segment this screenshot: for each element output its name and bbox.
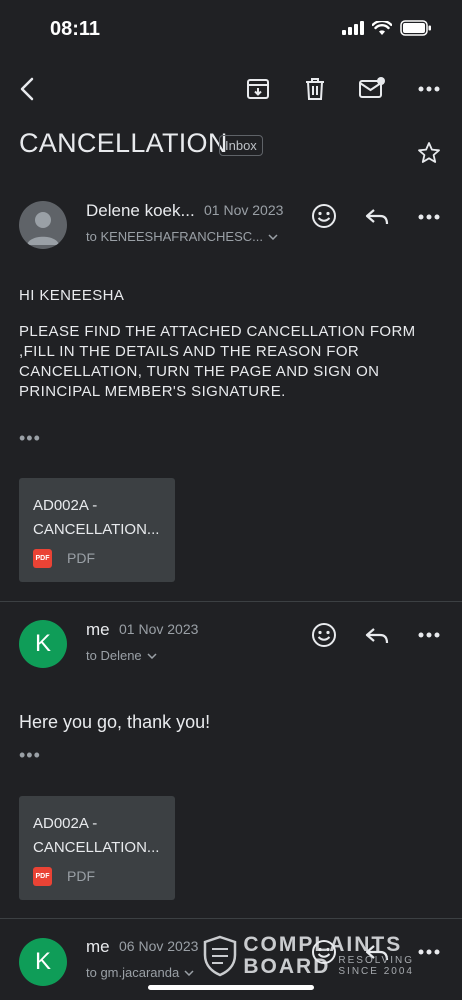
chevron-down-icon — [147, 652, 157, 659]
more-horizontal-icon — [418, 632, 440, 638]
reply-icon — [365, 628, 389, 644]
chevron-down-icon — [268, 233, 278, 240]
reply-button[interactable] — [363, 205, 391, 229]
attachment-name: AD002A - CANCELLATION... — [33, 812, 167, 860]
chevron-down-icon — [184, 969, 194, 976]
message-date: 01 Nov 2023 — [204, 202, 284, 218]
show-trimmed-content[interactable]: ••• — [19, 745, 41, 766]
more-options-button[interactable] — [415, 78, 443, 100]
message-body: PLEASE FIND THE ATTACHED CANCELLATION FO… — [19, 323, 416, 400]
star-icon — [418, 142, 440, 163]
signal-icon — [342, 21, 364, 35]
sender-avatar[interactable] — [19, 201, 67, 249]
message-more-button[interactable] — [415, 945, 443, 959]
back-button[interactable] — [14, 74, 40, 104]
sender-avatar[interactable]: K — [19, 938, 67, 986]
recipient-text: to KENEESHAFRANCHESC... — [86, 229, 263, 244]
mark-unread-button[interactable] — [357, 74, 387, 102]
attachment-card[interactable]: AD002A - CANCELLATION... PDF PDF — [19, 796, 175, 900]
recipient-text: to Delene — [86, 648, 142, 663]
watermark-line1: COMPLAINTS — [243, 933, 403, 956]
archive-button[interactable] — [244, 75, 272, 103]
message-date: 06 Nov 2023 — [119, 938, 199, 954]
emoji-icon — [312, 623, 336, 647]
delete-button[interactable] — [301, 75, 329, 103]
person-icon — [27, 212, 59, 245]
recipient-details[interactable]: to KENEESHAFRANCHESC... — [86, 229, 278, 244]
attachment-type: PDF — [67, 868, 95, 884]
star-button[interactable] — [414, 139, 444, 167]
recipient-details[interactable]: to Delene — [86, 648, 157, 663]
attachment-name-line1: AD002A - — [33, 815, 98, 832]
trash-icon — [306, 78, 324, 100]
sender-name[interactable]: me — [86, 620, 110, 640]
react-emoji-button[interactable] — [310, 202, 338, 230]
sender-name[interactable]: me — [86, 937, 110, 957]
mail-unread-icon — [359, 77, 385, 98]
emoji-icon — [312, 204, 336, 228]
more-horizontal-icon — [418, 86, 440, 92]
back-arrow-icon — [20, 77, 34, 101]
message-more-button[interactable] — [415, 628, 443, 642]
attachment-name-line2: CANCELLATION... — [33, 839, 160, 856]
sender-name[interactable]: Delene koek... — [86, 201, 195, 221]
attachment-card[interactable]: AD002A - CANCELLATION... PDF PDF — [19, 478, 175, 582]
recipient-details[interactable]: to gm.jacaranda — [86, 965, 194, 980]
message-divider — [0, 601, 462, 602]
status-icons — [342, 20, 432, 36]
watermark-sub1: RESOLVING — [338, 955, 414, 966]
status-time: 08:11 — [50, 18, 101, 40]
message-more-button[interactable] — [415, 210, 443, 224]
reply-icon — [365, 209, 389, 225]
attachment-name-line2: CANCELLATION... — [33, 521, 160, 538]
sender-avatar[interactable]: K — [19, 620, 67, 668]
watermark-line2: BOARD — [243, 955, 331, 978]
watermark-sub2: SINCE 2004 — [338, 966, 414, 977]
shield-logo-icon — [204, 935, 237, 976]
attachment-name: AD002A - CANCELLATION... — [33, 494, 167, 542]
inbox-label-badge[interactable]: Inbox — [219, 135, 263, 156]
message-date: 01 Nov 2023 — [119, 621, 199, 637]
archive-icon — [247, 79, 269, 99]
message-body: Here you go, thank you! — [19, 712, 211, 732]
pdf-file-icon: PDF — [33, 867, 52, 886]
pdf-file-icon: PDF — [33, 549, 52, 568]
attachment-name-line1: AD002A - — [33, 497, 98, 514]
attachment-type: PDF — [67, 550, 95, 566]
show-trimmed-content[interactable]: ••• — [19, 428, 41, 449]
more-horizontal-icon — [418, 214, 440, 220]
watermark-logo: COMPLAINTS BOARD RESOLVING SINCE 2004 — [203, 934, 414, 977]
recipient-text: to gm.jacaranda — [86, 965, 180, 980]
reply-button[interactable] — [363, 624, 391, 648]
email-subject: CANCELLATION — [19, 128, 228, 158]
wifi-icon — [372, 20, 392, 35]
message-divider — [0, 918, 462, 919]
message-greeting: HI KENEESHA — [19, 287, 125, 304]
home-indicator[interactable] — [148, 985, 314, 990]
battery-icon — [400, 20, 431, 36]
more-horizontal-icon — [418, 949, 440, 955]
react-emoji-button[interactable] — [310, 621, 338, 649]
